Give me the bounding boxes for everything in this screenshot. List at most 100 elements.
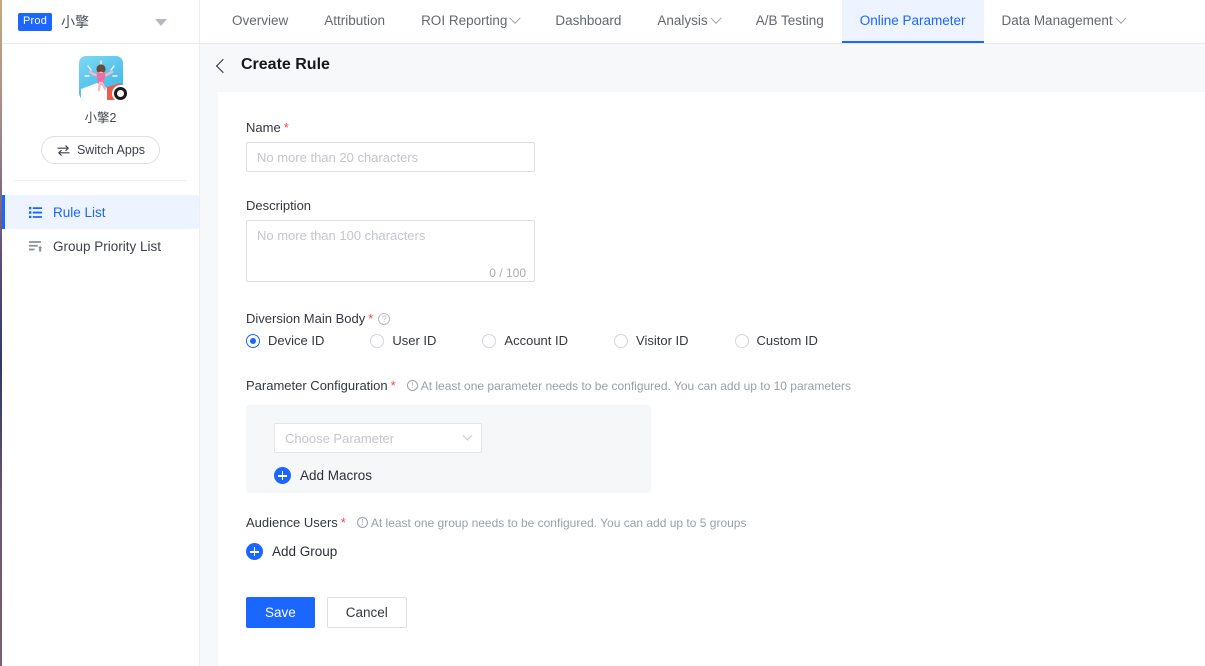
radio-label: Custom ID	[756, 333, 818, 348]
window-edge-strip	[0, 0, 2, 666]
switch-apps-label: Switch Apps	[76, 143, 146, 157]
nav-tab-attribution[interactable]: Attribution	[306, 0, 403, 43]
brand-app-switcher[interactable]: Prod 小擎	[2, 0, 200, 43]
page-title: Create Rule	[241, 56, 330, 73]
sidebar-app-block: 小擎2 Switch Apps	[2, 44, 199, 164]
choose-parameter-select[interactable]: Choose Parameter	[274, 423, 482, 453]
hint-text: At least one parameter needs to be confi…	[420, 378, 851, 393]
radio-label: Device ID	[268, 333, 325, 348]
sidebar-item-rule-list[interactable]: Rule List	[2, 195, 199, 229]
radio-custom-id[interactable]: Custom ID	[734, 333, 818, 348]
sidebar-menu: Rule List Group Priority List	[2, 195, 199, 263]
parameter-configuration-label: Parameter Configuration	[246, 378, 388, 393]
radio-indicator	[734, 333, 749, 348]
radio-visitor-id[interactable]: Visitor ID	[614, 333, 689, 348]
radio-indicator	[370, 333, 385, 348]
info-circle-icon: !	[406, 380, 418, 391]
switch-apps-button[interactable]: Switch Apps	[40, 136, 161, 164]
page-header: Create Rule	[200, 44, 1205, 86]
required-mark: *	[390, 378, 396, 393]
sidebar: 小擎2 Switch Apps Rule List Group Priority…	[2, 44, 200, 666]
caret-down-icon[interactable]	[155, 19, 167, 26]
diversion-main-body-label-row: Diversion Main Body * ?	[246, 311, 1205, 326]
environment-badge: Prod	[18, 12, 53, 31]
chevron-left-icon[interactable]	[215, 58, 231, 73]
radio-label: User ID	[392, 333, 437, 348]
audience-users-label-row: Audience Users * ! At least one group ne…	[246, 515, 1205, 530]
nav-tab-analysis[interactable]: Analysis	[639, 0, 737, 43]
required-mark: *	[340, 515, 346, 530]
question-circle-icon[interactable]: ?	[378, 312, 391, 325]
radio-device-id[interactable]: Device ID	[246, 333, 324, 348]
radio-label: Account ID	[504, 333, 569, 348]
info-circle-icon: !	[356, 517, 368, 528]
name-label-row: Name *	[246, 120, 1205, 135]
content-area: Create Rule Name * Description 0 / 100 D…	[200, 44, 1205, 666]
radio-indicator	[246, 333, 260, 348]
diversion-main-body-label: Diversion Main Body	[246, 311, 366, 326]
sidebar-item-group-priority-list[interactable]: Group Priority List	[2, 229, 199, 263]
parameter-configuration-label-row: Parameter Configuration * ! At least one…	[246, 378, 1205, 393]
nav-tab-data-management[interactable]: Data Management	[984, 0, 1143, 43]
nav-tab-dashboard[interactable]: Dashboard	[537, 0, 639, 43]
parameter-configuration-hint: ! At least one parameter needs to be con…	[406, 378, 851, 393]
nav-tab-roi-reporting[interactable]: ROI Reporting	[403, 0, 537, 43]
add-macros-button[interactable]: Add Macros	[274, 467, 372, 484]
sidebar-item-label: Group Priority List	[53, 238, 162, 254]
name-input[interactable]	[246, 142, 535, 172]
radio-account-id[interactable]: Account ID	[482, 333, 568, 348]
diversion-main-body-radio-group: Device ID User ID Account ID Visitor ID …	[246, 333, 1205, 348]
add-macros-label: Add Macros	[300, 468, 373, 483]
nav-tab-label: Online Parameter	[859, 13, 966, 28]
nav-tab-label: ROI Reporting	[421, 13, 508, 28]
required-mark: *	[283, 120, 289, 135]
nav-tab-label: Overview	[232, 13, 289, 28]
parameter-configuration-panel: Choose Parameter Add Macros	[246, 405, 651, 493]
nav-tab-ab-testing[interactable]: A/B Testing	[738, 0, 842, 43]
platform-badge-icon	[111, 85, 129, 102]
description-label-row: Description	[246, 198, 1205, 213]
nav-tab-label: Analysis	[657, 13, 708, 28]
app-avatar	[78, 56, 129, 102]
nav-tab-online-parameter[interactable]: Online Parameter	[841, 0, 984, 43]
create-rule-form: Name * Description 0 / 100 Diversion Mai…	[218, 92, 1205, 666]
chevron-down-icon	[509, 12, 522, 24]
sidebar-item-label: Rule List	[53, 204, 106, 220]
radio-indicator	[482, 333, 497, 348]
app-name: 小擎2	[84, 111, 117, 125]
required-mark: *	[368, 311, 374, 326]
form-actions: Save Cancel	[246, 597, 1205, 628]
chevron-down-icon	[710, 12, 722, 24]
list-icon	[28, 206, 43, 218]
nav-tab-label: Data Management	[1001, 13, 1113, 28]
audience-users-label: Audience Users	[246, 515, 338, 530]
nav-tab-label: Attribution	[324, 13, 386, 28]
add-group-label: Add Group	[272, 544, 338, 559]
description-wrapper: 0 / 100	[246, 220, 535, 285]
swap-arrows-icon	[57, 144, 70, 156]
radio-indicator	[614, 333, 629, 348]
nav-tab-overview[interactable]: Overview	[214, 0, 306, 43]
choose-parameter-value: Choose Parameter	[285, 430, 395, 446]
hint-text: At least one group needs to be configure…	[370, 515, 747, 530]
list-sort-up-icon	[28, 240, 43, 252]
save-button[interactable]: Save	[246, 597, 315, 628]
description-label: Description	[246, 198, 312, 213]
add-group-button[interactable]: Add Group	[246, 543, 337, 560]
radio-user-id[interactable]: User ID	[370, 333, 436, 348]
audience-users-hint: ! At least one group needs to be configu…	[356, 515, 747, 530]
plus-circle-icon	[246, 543, 263, 560]
plus-circle-icon	[274, 467, 291, 484]
cancel-button[interactable]: Cancel	[326, 597, 407, 628]
nav-tabs: Overview Attribution ROI Reporting Dashb…	[200, 0, 1143, 43]
description-char-counter: 0 / 100	[489, 266, 526, 280]
nav-tab-label: Dashboard	[555, 13, 622, 28]
name-label: Name	[246, 120, 281, 135]
radio-label: Visitor ID	[636, 333, 689, 348]
chevron-down-icon	[1114, 12, 1127, 24]
sidebar-divider	[14, 180, 187, 181]
top-navigation-bar: Prod 小擎 Overview Attribution ROI Reporti…	[2, 0, 1205, 44]
